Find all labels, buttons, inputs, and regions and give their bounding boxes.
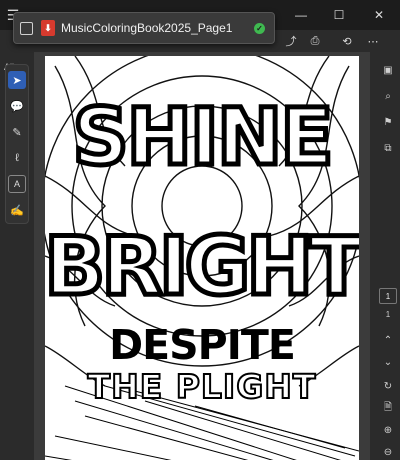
sign-icon[interactable]: ✍ — [8, 201, 26, 219]
lasso-icon[interactable]: ℓ — [8, 149, 26, 167]
art-line-bright: BRIGHT — [45, 220, 359, 313]
tab-checkbox[interactable] — [20, 21, 33, 35]
text-select-icon[interactable]: A — [8, 175, 26, 193]
current-page-field[interactable]: 1 — [379, 288, 397, 304]
zoom-out-icon[interactable]: ⊖ — [380, 444, 396, 460]
copy-icon[interactable]: ⧉ — [380, 140, 396, 156]
pdf-icon: ⬇ — [41, 20, 55, 36]
saved-check-icon: ✓ — [254, 22, 265, 34]
document-tab[interactable]: ⬇ MusicColoringBook2025_Page1 ✓ — [13, 12, 275, 44]
pdf-viewer-window: ☰ — ☐ ✕ All ⤴ ⎙ ⟲ ⋯ ⬇ MusicColoringBook2… — [0, 0, 400, 460]
pdf-page: SHINE BRIGHT DESPITE THE PLIGHT — [45, 56, 359, 460]
right-rail: ▣ ⌕ ⚑ ⧉ 1 1 ⌃ ⌄ ↻ 🗎 ⊕ ⊖ — [376, 52, 400, 460]
more-icon[interactable]: ⋯ — [364, 33, 382, 49]
document-viewport[interactable]: SHINE BRIGHT DESPITE THE PLIGHT — [34, 52, 370, 460]
chevron-up-icon[interactable]: ⌃ — [380, 332, 396, 348]
chevron-down-icon[interactable]: ⌄ — [380, 354, 396, 370]
select-icon[interactable]: ➤ — [8, 71, 26, 89]
refresh-icon[interactable]: ↻ — [380, 378, 396, 394]
maximize-icon[interactable]: ☐ — [320, 0, 358, 30]
share-icon[interactable]: ⟲ — [338, 33, 356, 49]
bookmark-icon[interactable]: ⚑ — [380, 114, 396, 130]
save-icon[interactable]: 🗎 — [380, 400, 396, 416]
tab-title: MusicColoringBook2025_Page1 — [61, 21, 233, 35]
art-line-shine: SHINE — [72, 93, 331, 183]
coloring-artwork: SHINE BRIGHT DESPITE THE PLIGHT — [45, 56, 359, 460]
search-icon[interactable]: ⌕ — [380, 88, 396, 104]
total-pages: 1 — [385, 310, 391, 319]
draw-icon[interactable]: ✎ — [8, 123, 26, 141]
art-line-despite: DESPITE — [109, 321, 295, 369]
print-icon[interactable]: ⎙ — [306, 33, 324, 49]
panel-icon[interactable]: ▣ — [380, 62, 396, 78]
minimize-icon[interactable]: — — [282, 0, 320, 30]
art-line-plight: THE PLIGHT — [88, 367, 317, 406]
zoom-in-icon[interactable]: ⊕ — [380, 422, 396, 438]
close-icon[interactable]: ✕ — [358, 0, 400, 30]
upload-icon[interactable]: ⤴ — [282, 33, 300, 49]
comment-icon[interactable]: 💬 — [8, 97, 26, 115]
left-tool-rail: ➤ 💬 ✎ ℓ A ✍ — [5, 64, 29, 224]
